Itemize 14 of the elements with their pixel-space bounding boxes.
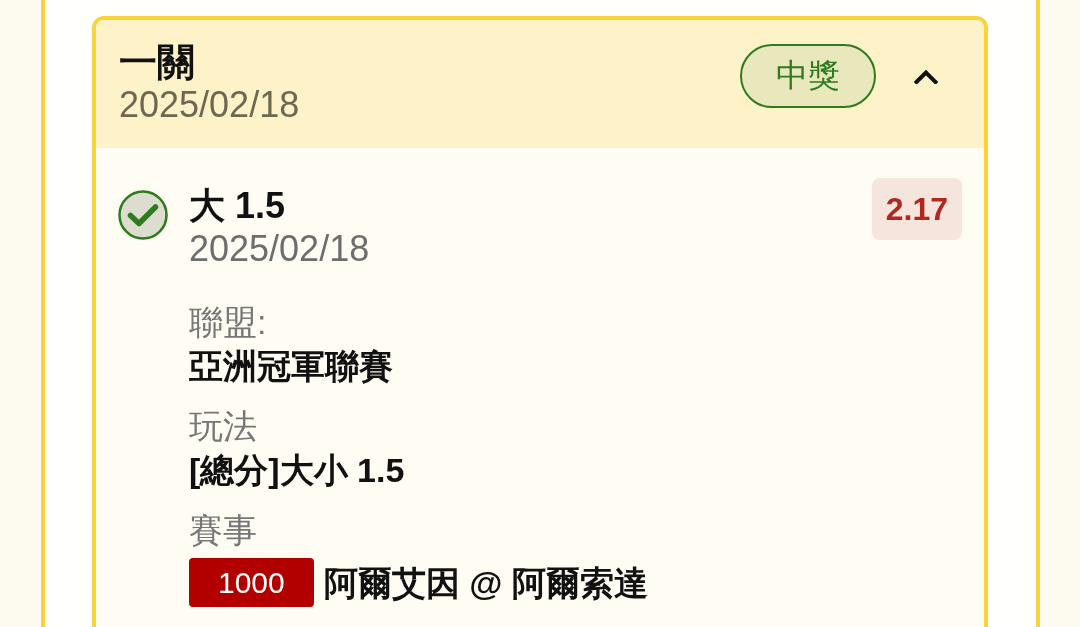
match-name: 阿爾艾因 @ 阿爾索達 bbox=[323, 562, 648, 604]
field-label: 賽事 bbox=[189, 510, 258, 551]
ticket-title: 一關 bbox=[119, 40, 196, 84]
ticket-date: 2025/02/18 bbox=[119, 84, 301, 126]
chevron-up-icon bbox=[914, 68, 938, 84]
selection-date: 2025/02/18 bbox=[189, 228, 371, 270]
status-badge: 中獎 bbox=[740, 44, 876, 108]
selection-pick: 大 1.5 bbox=[189, 184, 287, 228]
field-label: 玩法 bbox=[189, 406, 258, 447]
field-label: 聯盟: bbox=[189, 302, 268, 343]
field-value: 亞洲冠軍聯賽 bbox=[189, 346, 394, 387]
field-value: [總分]大小 1.5 bbox=[189, 450, 406, 491]
odds-value: 2.17 bbox=[871, 178, 962, 240]
match-number-tag: 1000 bbox=[189, 558, 314, 607]
